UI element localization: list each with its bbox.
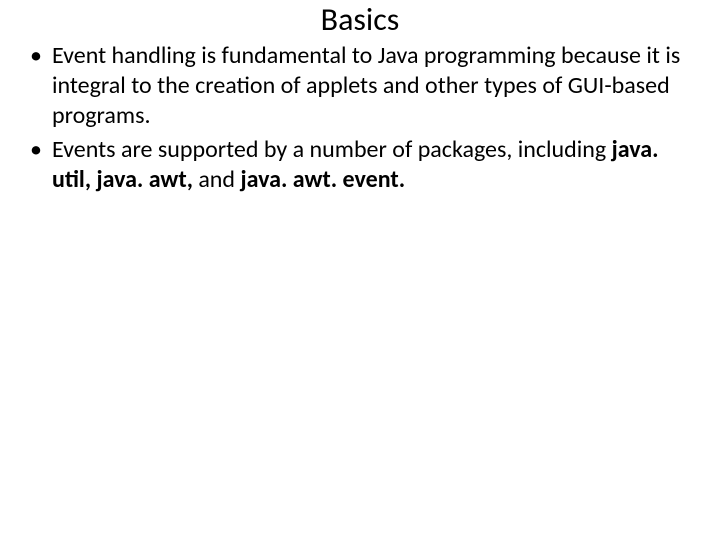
slide-title: Basics — [20, 0, 700, 39]
slide: Basics Event handling is fundamental to … — [0, 0, 720, 540]
bullet-list: Event handling is fundamental to Java pr… — [20, 41, 700, 195]
slide-content: Event handling is fundamental to Java pr… — [20, 41, 700, 195]
bullet-text-bold: java. awt. event. — [235, 165, 405, 194]
bullet-text-pre: Events are supported by a number of pack… — [52, 135, 612, 164]
bullet-text: Event handling is fundamental to Java pr… — [52, 41, 680, 130]
bullet-text-mid: and — [198, 165, 235, 194]
list-item: Event handling is fundamental to Java pr… — [52, 41, 700, 131]
list-item: Events are supported by a number of pack… — [52, 135, 700, 195]
